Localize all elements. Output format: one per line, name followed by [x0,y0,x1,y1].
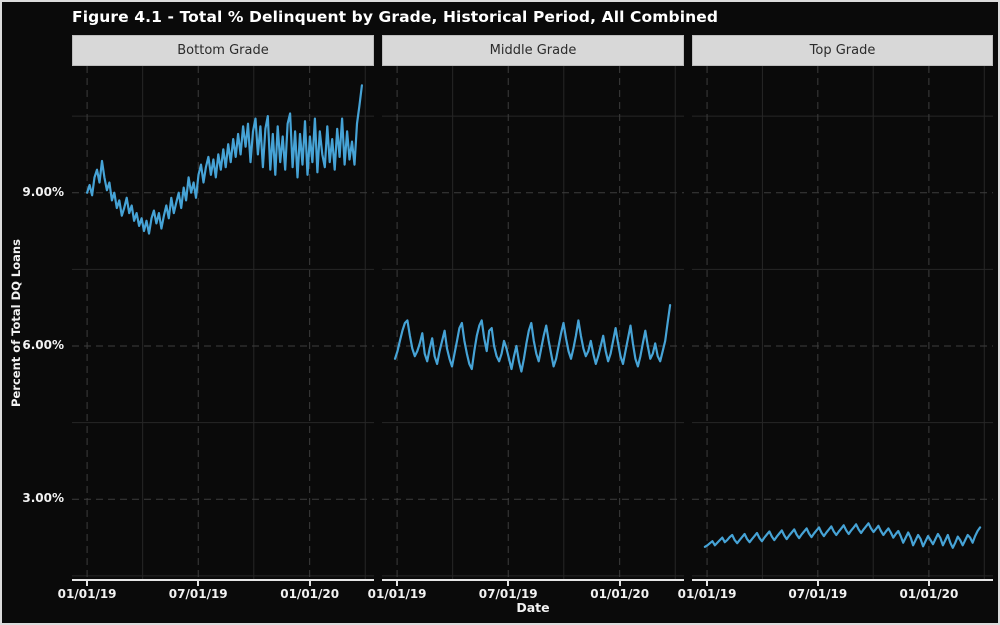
x-tick-mark [927,581,930,586]
panel-plot-middle-grade [382,66,684,580]
x-axis-label: Date [516,600,550,615]
x-axis-line [72,579,374,581]
data-line-top-grade [703,522,982,549]
x-tick-mark [507,581,510,586]
x-tick-mark [618,581,621,586]
chart-figure: Figure 4.1 - Total % Delinquent by Grade… [0,0,1000,625]
y-axis-label: Percent of Total DQ Loans [9,239,23,407]
x-tick-label: 01/01/19 [677,587,737,601]
y-tick-label: 6.00% [22,337,64,352]
x-tick-label: 07/01/19 [168,587,228,601]
x-tick-mark [86,581,89,586]
x-axis-line [382,579,684,581]
y-tick-label: 3.00% [22,491,64,506]
facet-strip-top-grade: Top Grade [692,35,993,66]
x-tick-label: 01/01/20 [899,587,959,601]
x-tick-label: 07/01/19 [478,587,538,601]
x-tick-label: 01/01/20 [590,587,650,601]
data-line-middle-grade [393,304,672,373]
figure-title: Figure 4.1 - Total % Delinquent by Grade… [72,8,719,26]
panel-plot-bottom-grade [72,66,374,580]
facet-strip-bottom-grade: Bottom Grade [72,35,374,66]
x-tick-label: 07/01/19 [788,587,848,601]
x-tick-label: 01/01/19 [367,587,427,601]
x-tick-mark [396,581,399,586]
panel-plot-top-grade [692,66,993,580]
data-line-bottom-grade [86,84,363,235]
facet-strip-middle-grade: Middle Grade [382,35,684,66]
y-tick-label: 9.00% [22,184,64,199]
x-tick-label: 01/01/19 [57,587,117,601]
x-tick-mark [706,581,709,586]
x-tick-mark [816,581,819,586]
x-tick-mark [308,581,311,586]
x-tick-label: 01/01/20 [280,587,340,601]
x-tick-mark [197,581,200,586]
x-axis-line [692,579,993,581]
